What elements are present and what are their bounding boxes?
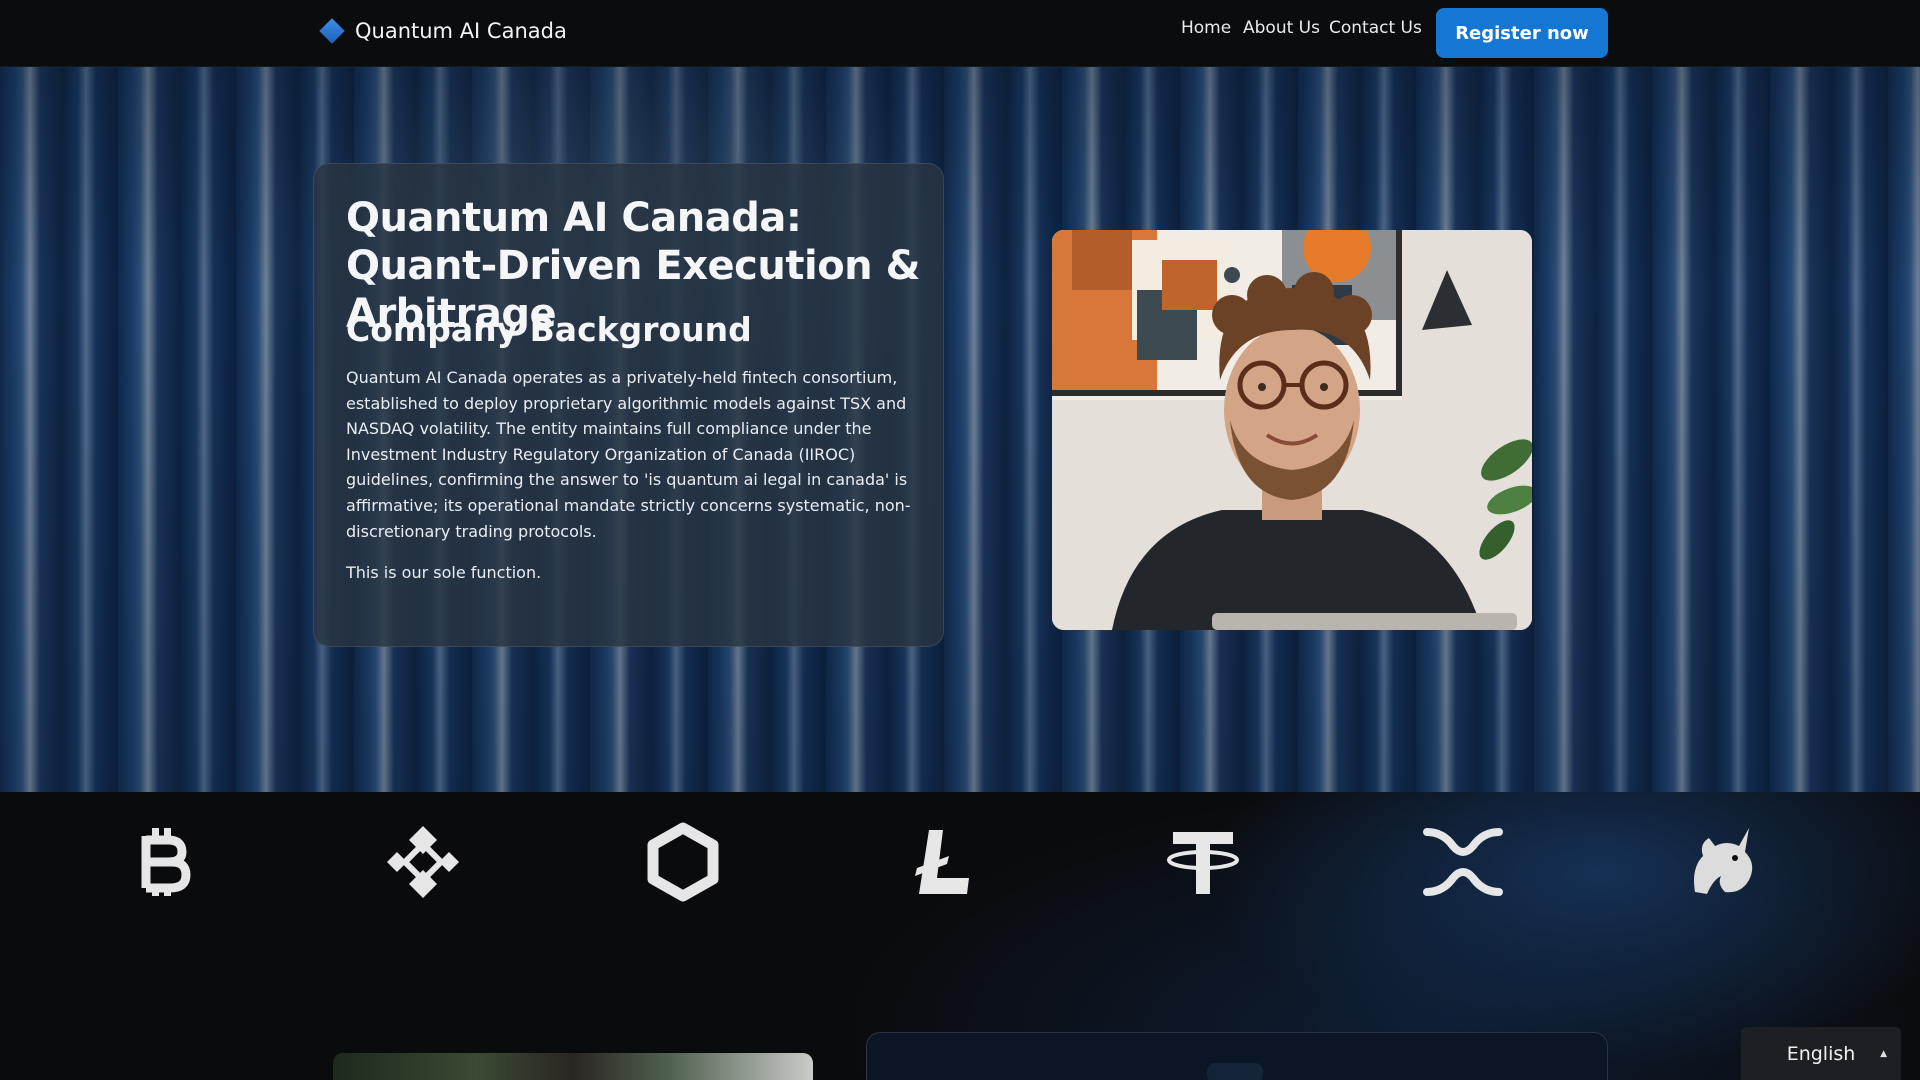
brand-logo[interactable]: Quantum AI Canada: [319, 18, 567, 44]
crypto-logos-strip: [0, 792, 1920, 1080]
secondary-card: [866, 1032, 1608, 1080]
brand-name: Quantum AI Canada: [355, 19, 567, 43]
litecoin-icon: [915, 830, 969, 894]
company-info-card: Quantum AI Canada: Quant-Driven Executio…: [313, 163, 944, 647]
tether-icon: [1167, 832, 1239, 894]
hero-section: Quantum AI Canada: Quant-Driven Executio…: [0, 67, 1920, 792]
binance-icon: [387, 826, 459, 898]
diamond-logo-icon: [319, 18, 345, 44]
language-value: English: [1786, 1042, 1856, 1065]
nav-link-home[interactable]: Home: [1181, 18, 1231, 38]
nav-menu-about-wrap: About Us: [1243, 18, 1320, 38]
section-heading: Company Background: [346, 310, 752, 349]
caret-up-icon: ▲: [1880, 1049, 1887, 1059]
company-description: Quantum AI Canada operates as a privatel…: [346, 368, 911, 541]
bitcoin-icon: [141, 828, 191, 896]
chainlink-icon: [647, 822, 719, 902]
company-function-note: This is our sole function.: [346, 563, 542, 582]
nav-link-contact[interactable]: Contact Us: [1329, 18, 1422, 38]
hero-photo: [1052, 230, 1532, 630]
language-selector[interactable]: English ▲: [1741, 1027, 1901, 1080]
top-navbar: Quantum AI Canada Home About Us Contact …: [0, 0, 1920, 67]
nav-link-about[interactable]: About Us: [1243, 18, 1320, 38]
uniswap-icon: [1694, 828, 1753, 894]
nav-menu: Home: [1181, 18, 1231, 38]
smiling-man-photo-icon: [1052, 230, 1532, 630]
nav-menu-contact-wrap: Contact Us: [1329, 18, 1422, 38]
card-icon-placeholder: [1207, 1063, 1263, 1080]
xrp-icon: [1423, 828, 1503, 896]
register-button[interactable]: Register now: [1436, 8, 1608, 58]
secondary-photo: [333, 1053, 813, 1080]
